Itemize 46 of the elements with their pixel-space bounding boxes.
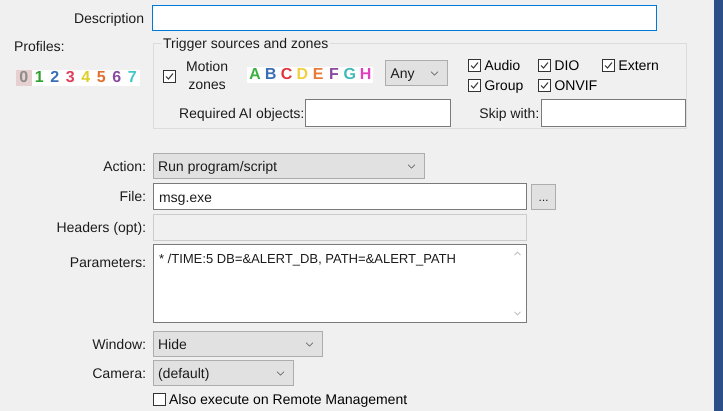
source-checkbox[interactable]: DIO bbox=[538, 58, 602, 72]
source-checkbox[interactable]: Group bbox=[468, 78, 538, 92]
checkbox[interactable] bbox=[538, 78, 552, 92]
zone-toggle[interactable]: H bbox=[358, 67, 374, 83]
checkbox[interactable] bbox=[163, 70, 176, 82]
source-checkbox[interactable]: ONVIF bbox=[538, 78, 602, 92]
checkbox[interactable] bbox=[153, 392, 166, 406]
check-icon bbox=[165, 72, 174, 80]
motion-zones-label: Motion zones bbox=[184, 57, 230, 93]
camera-select[interactable]: (default) bbox=[153, 360, 294, 386]
ai-objects-label: Required AI objects: bbox=[179, 104, 304, 123]
headers-label: Headers (opt): bbox=[56, 218, 146, 237]
zone-toggle[interactable]: B bbox=[262, 67, 279, 83]
check-icon bbox=[470, 80, 480, 90]
profiles-label: Profiles: bbox=[14, 37, 66, 56]
skip-with-label: Skip with: bbox=[479, 104, 540, 123]
description-label: Description bbox=[74, 8, 144, 28]
action-select[interactable]: Run program/script bbox=[153, 153, 425, 179]
checkbox[interactable] bbox=[602, 58, 616, 72]
remote-checkbox[interactable]: Also execute on Remote Management bbox=[153, 392, 408, 406]
source-checkbox[interactable]: Extern bbox=[602, 58, 672, 72]
zone-toggle[interactable]: F bbox=[326, 67, 342, 83]
window-select[interactable]: Hide bbox=[153, 331, 323, 357]
source-checkbox[interactable]: Audio bbox=[468, 58, 538, 72]
skip-with-field[interactable] bbox=[541, 99, 686, 127]
parameters-field[interactable]: * /TIME:5 DB=&ALERT_DB, PATH=&ALERT_PATH bbox=[153, 244, 527, 323]
description-field[interactable] bbox=[152, 5, 657, 31]
check-icon bbox=[470, 60, 480, 70]
file-label: File: bbox=[120, 187, 146, 206]
check-icon bbox=[540, 60, 550, 70]
file-field[interactable]: msg.exe bbox=[153, 183, 527, 210]
checkbox[interactable] bbox=[468, 78, 482, 92]
action-label: Action: bbox=[103, 156, 146, 176]
ai-objects-field[interactable] bbox=[305, 99, 452, 127]
checkbox[interactable] bbox=[468, 58, 482, 72]
checkbox[interactable] bbox=[538, 58, 552, 72]
group-title: Trigger sources and zones bbox=[161, 35, 330, 51]
window-label: Window: bbox=[92, 334, 146, 354]
parameters-label: Parameters: bbox=[70, 253, 146, 272]
camera-label: Camera: bbox=[92, 364, 146, 382]
check-icon bbox=[540, 80, 550, 90]
browse-button[interactable]: ... bbox=[531, 184, 556, 210]
check-icon bbox=[604, 60, 614, 70]
motion-checkbox[interactable] bbox=[163, 70, 179, 82]
zone-toggle[interactable]: C bbox=[278, 67, 294, 83]
zone-mode-select[interactable]: Any bbox=[385, 60, 448, 86]
